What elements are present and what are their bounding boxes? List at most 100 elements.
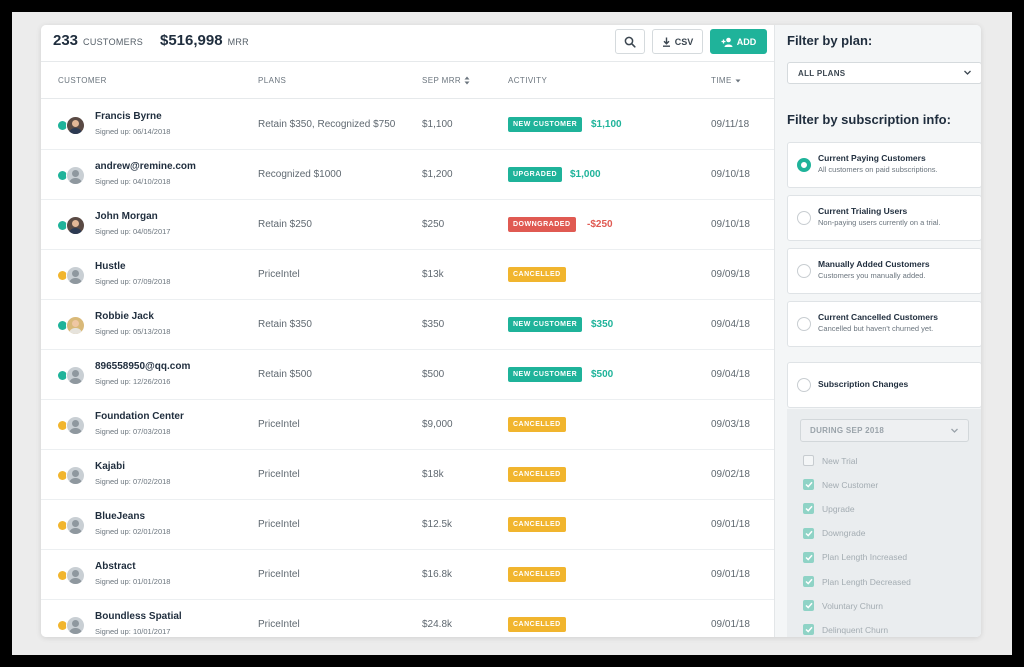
column-plans-label: PLANS [258,76,287,85]
column-time-label: TIME [711,76,732,85]
user-icon [66,616,85,635]
change-checkbox[interactable]: Plan Length Increased [803,551,907,563]
option-trialing[interactable]: Current Trialing Users Non-paying users … [787,195,981,241]
checkbox-checked-icon[interactable] [803,503,814,515]
checkbox-checked-icon[interactable] [803,479,814,491]
time-cell: 09/10/18 [711,219,750,230]
option-subscription-changes[interactable]: Subscription Changes [787,362,981,408]
customer-name[interactable]: Boundless Spatial [95,611,182,622]
change-checkbox[interactable]: Downgrade [803,527,865,539]
top-bar: 233 CUSTOMERS $516,998 MRR CSV ADD [41,25,774,62]
radio-selected-icon[interactable] [797,158,811,172]
customer-name[interactable]: Foundation Center [95,411,184,422]
avatar [58,516,85,536]
checkbox-checked-icon[interactable] [803,600,814,612]
signed-up-date: Signed up: 07/02/2018 [95,477,171,486]
customer-name[interactable]: 896558950@qq.com [95,361,190,372]
option-cancelled[interactable]: Current Cancelled Customers Cancelled bu… [787,301,981,347]
column-sep-mrr[interactable]: SEP MRR [422,76,470,85]
table-row[interactable]: Robbie Jack Signed up: 05/13/2018 Retain $… [41,300,774,350]
add-user-icon [721,37,733,47]
user-icon [66,216,85,235]
checkbox-icon[interactable] [803,455,814,466]
time-cell: 09/03/18 [711,419,750,430]
search-icon [624,36,636,48]
customer-name[interactable]: John Morgan [95,211,158,222]
customer-name[interactable]: Francis Byrne [95,111,162,122]
change-checkbox[interactable]: Upgrade [803,503,855,515]
checkbox-checked-icon[interactable] [803,527,814,539]
customer-name[interactable]: Hustle [95,261,126,272]
plan-select-value: ALL PLANS [798,68,846,78]
user-icon [66,266,85,285]
customer-name[interactable]: Kajabi [95,461,125,472]
signed-up-date: Signed up: 06/14/2018 [95,127,171,136]
table-row[interactable]: Foundation Center Signed up: 07/03/2018 Pr… [41,400,774,450]
activity-badge: NEW CUSTOMER [508,367,583,382]
table-row[interactable]: Kajabi Signed up: 07/02/2018 PriceIntel $18… [41,450,774,500]
mrr-cell: $24.8k [422,619,453,630]
customer-name[interactable]: Abstract [95,561,136,572]
checkbox-checked-icon[interactable] [803,551,814,563]
change-checkbox[interactable]: Voluntary Churn [803,600,883,612]
table-row[interactable]: andrew@remine.com Signed up: 04/10/2018 Re… [41,150,774,200]
checkbox-checked-icon[interactable] [803,624,814,636]
table-row[interactable]: Abstract Signed up: 01/01/2018 PriceIntel $… [41,550,774,600]
plan-cell: PriceIntel [258,619,300,630]
customers-count: 233 [53,32,79,49]
change-checkbox[interactable]: Plan Length Decreased [803,576,911,587]
plan-select[interactable]: ALL PLANS [787,62,981,84]
column-time[interactable]: TIME [711,76,741,85]
activity-badge: NEW CUSTOMER [508,117,583,132]
avatar [58,166,85,186]
customers-table-panel: 233 CUSTOMERS $516,998 MRR CSV ADD CUSTO… [41,25,774,637]
option-current-paying[interactable]: Current Paying Customers All customers o… [787,142,981,188]
checkbox-label: New Customer [822,479,879,490]
csv-label: CSV [674,36,694,47]
column-plans[interactable]: PLANS [258,76,286,85]
radio-icon[interactable] [797,317,811,331]
table-row[interactable]: Boundless Spatial Signed up: 10/01/2017 Pr… [41,600,774,637]
column-customer[interactable]: CUSTOMER [58,76,107,85]
radio-icon[interactable] [797,264,811,278]
checkbox-checked-icon[interactable] [803,576,814,587]
table-row[interactable]: 896558950@qq.com Signed up: 12/26/2016 Ret… [41,350,774,400]
add-customer-button[interactable]: ADD [710,29,767,54]
table-row[interactable]: Hustle Signed up: 07/09/2018 PriceIntel $13… [41,250,774,300]
activity-badge: UPGRADED [508,167,563,182]
subscription-changes-panel: DURING SEP 2018 New Trial New Customer Upg… [787,409,981,637]
change-checkbox[interactable]: Delinquent Churn [803,624,888,636]
plan-cell: Retain $500 [258,369,312,380]
radio-icon[interactable] [797,378,811,392]
signed-up-date: Signed up: 12/26/2016 [95,377,171,386]
avatar [58,416,85,436]
csv-export-button[interactable]: CSV [652,29,703,54]
customer-name[interactable]: BlueJeans [95,511,145,522]
mrr-cell: $250 [422,219,445,230]
table-row[interactable]: Francis Byrne Signed up: 06/14/2018 Retain… [41,100,774,150]
radio-icon[interactable] [797,211,811,225]
period-select[interactable]: DURING SEP 2018 [800,419,969,442]
signed-up-date: Signed up: 01/01/2018 [95,577,171,586]
option-manually-added[interactable]: Manually Added Customers Customers you m… [787,248,981,294]
column-activity[interactable]: ACTIVITY [508,76,547,85]
customer-name[interactable]: Robbie Jack [95,311,154,322]
time-cell: 09/11/18 [711,119,750,130]
sort-icon [464,76,470,85]
search-button[interactable] [615,29,645,54]
activity-badge: CANCELLED [508,617,566,632]
change-checkbox[interactable]: New Customer [803,479,879,491]
customer-name[interactable]: andrew@remine.com [95,161,196,172]
avatar [58,116,85,136]
signed-up-date: Signed up: 05/13/2018 [95,327,171,336]
table-row[interactable]: John Morgan Signed up: 04/05/2017 Retain $… [41,200,774,250]
user-icon [66,566,85,585]
customers-app: 233 CUSTOMERS $516,998 MRR CSV ADD CUSTO… [41,25,981,637]
table-header: CUSTOMER PLANS SEP MRR ACTIVITY TIME [41,62,774,99]
activity-badge: CANCELLED [508,517,566,532]
user-icon [66,366,85,385]
table-row[interactable]: BlueJeans Signed up: 02/01/2018 PriceIntel… [41,500,774,550]
change-checkbox[interactable]: New Trial [803,455,857,466]
avatar [58,216,85,236]
mrr-cell: $12.5k [422,519,453,530]
